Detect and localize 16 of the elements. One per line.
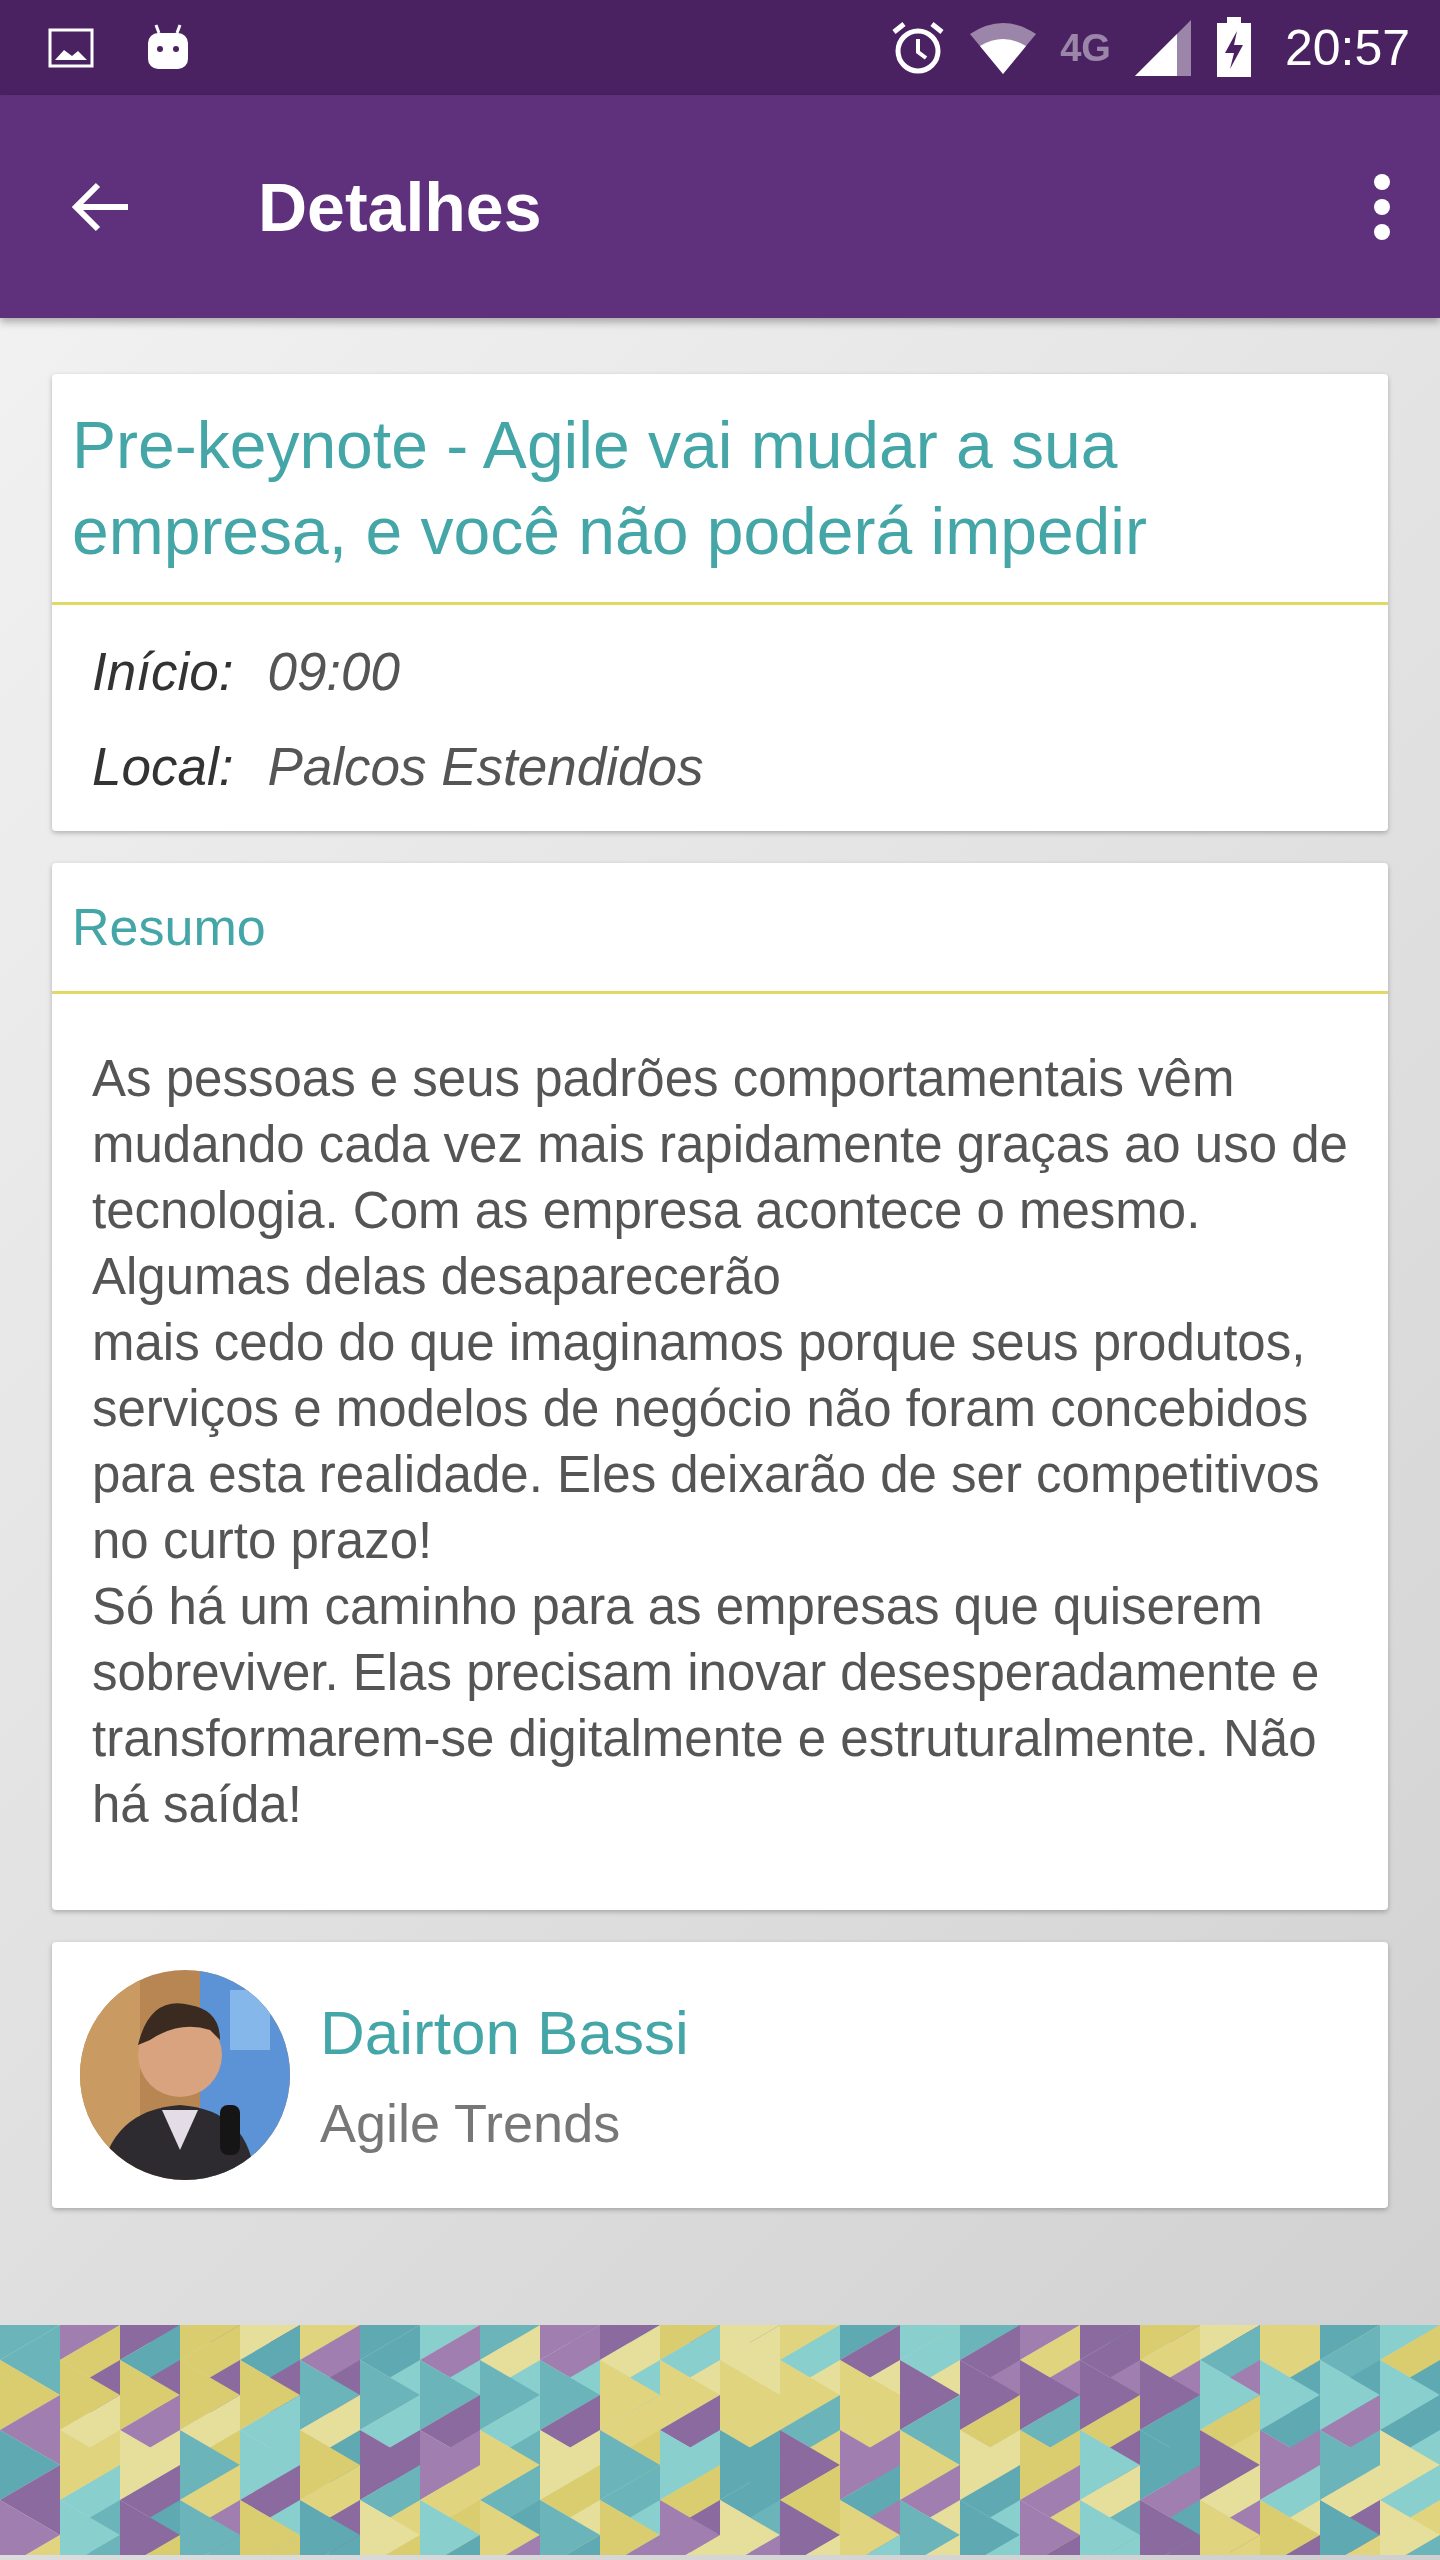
more-vertical-icon [1372, 173, 1392, 240]
clock-time: 20:57 [1284, 18, 1410, 77]
battery-icon [1214, 16, 1253, 79]
field-value: 09:00 [267, 641, 401, 702]
field-value: Palcos Estendidos [267, 736, 704, 797]
session-title: Pre-keynote - Agile vai mudar a sua empresa, e você não poderá impedir [52, 374, 1388, 605]
summary-text: As pessoas e seus padrões comportamentais vêm mudando cada vez mais rapidamente graças ao uso de tecnologia. Com as empresa acontece o mesmo. Algumas delas desaparecerão mais cedo do que imaginamos porque seus produtos, serviços e modelos de negócio não foram concebidos para esta realidade. Eles deixarão de ser competitivos no curto prazo! Só há um caminho para as empresas que quiserem sobreviver. Elas precisam inovar desesperadamente e transformarem-se digitalmente e estruturalmente. Não há saída! [91, 1049, 1349, 1835]
field-label: Local: [92, 736, 234, 797]
section-heading: Resumo [52, 863, 1388, 994]
speaker-name: Dairton Bassi [320, 1996, 689, 2068]
network-type: 4G [1060, 26, 1111, 70]
screen-title: Detalhes [258, 167, 543, 246]
speaker-card[interactable]: Dairton Bassi Agile Trends [52, 1942, 1388, 2208]
field-label: Início: [92, 641, 234, 702]
speaker-company: Agile Trends [320, 2091, 622, 2154]
image-icon [48, 27, 94, 68]
